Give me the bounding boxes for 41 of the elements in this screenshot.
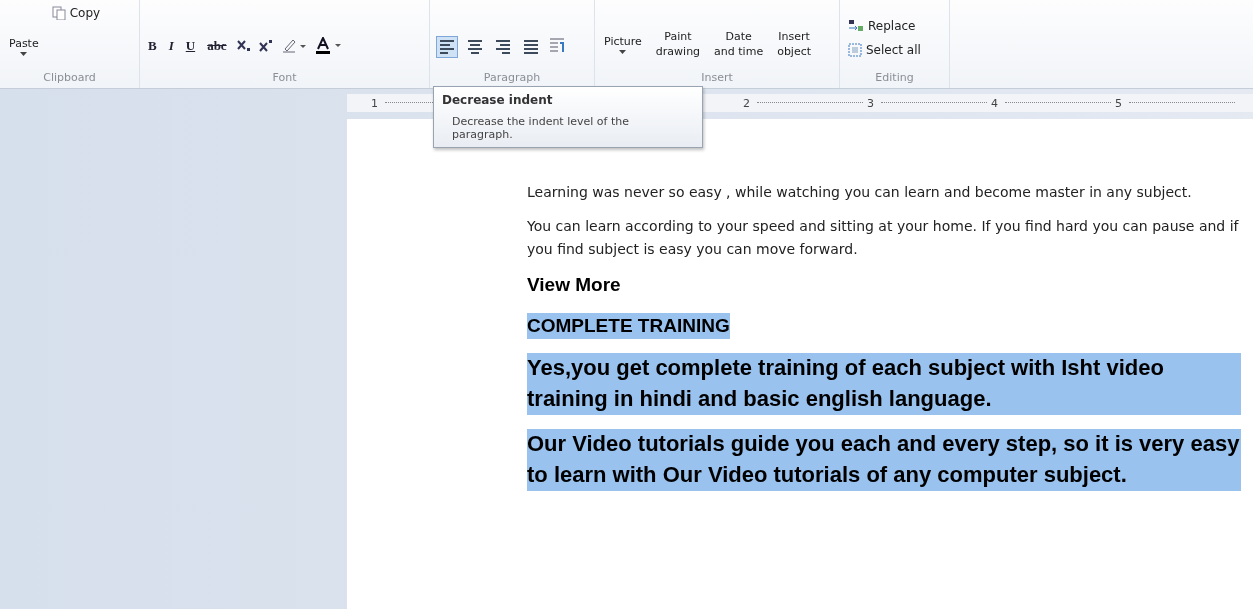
subscript-icon [236, 39, 251, 52]
paragraph-text: View More [527, 273, 621, 298]
group-label: Font [272, 71, 297, 84]
format-button[interactable]: I [166, 37, 176, 54]
paragraph-text: Our Video tutorials guide you each and every step, so it is very easy to learn with Our Video tutorials of any computer subject. [527, 428, 1241, 491]
ruler-number: 3 [867, 96, 875, 110]
format-button[interactable]: abc [205, 37, 229, 54]
paragraph-text: COMPLETE TRAINING [527, 312, 730, 340]
group-label: Insert [701, 71, 733, 84]
insert-button[interactable]: Picture [601, 35, 645, 54]
replace-button[interactable]: Replace [846, 16, 923, 35]
format-button[interactable]: U [183, 37, 198, 54]
highlighter-icon [280, 37, 307, 54]
ruler-number: 2 [743, 96, 751, 110]
paragraph-text: Learning was never so easy , while watching you can learn and become master in any subject. [527, 183, 1192, 202]
ruler-number: 4 [991, 96, 999, 110]
caret-icon [619, 49, 627, 54]
tooltip-text: Decrease the indent level of the paragraph. [451, 115, 630, 141]
superscript-icon [258, 39, 273, 52]
font-color-icon [314, 36, 343, 55]
group-label: Clipboard [43, 71, 96, 84]
paragraph-text: Yes,you get complete training of each subject with Isht video training in hindi and basic english language. [527, 353, 1241, 415]
tooltip-title: Decrease indent [442, 93, 554, 107]
paragraph-text: You can learn according to your speed and sitting at your home. If you find hard you can pause and if you find subject is easy you can move forward. [527, 217, 1240, 259]
insert-button[interactable]: Insert object [774, 30, 815, 59]
copy-icon [51, 6, 66, 20]
select-all-icon [848, 42, 862, 57]
copy-button[interactable]: Copy [49, 4, 103, 22]
format-button[interactable]: B [146, 37, 159, 54]
align-button[interactable] [436, 35, 458, 58]
ruler-number: 1 [371, 96, 379, 110]
insert-button[interactable]: Paint drawing [652, 30, 704, 59]
select-all-button[interactable]: Select all [846, 40, 923, 59]
group-label: Paragraph [483, 71, 541, 84]
caret-icon [20, 51, 28, 56]
replace-icon [848, 18, 864, 33]
paragraph-icon [548, 35, 566, 54]
insert-button[interactable]: Date and time [711, 30, 767, 59]
paste-button[interactable]: Paste [6, 37, 42, 56]
group-label: Editing [875, 71, 914, 84]
ruler-number: 5 [1115, 96, 1123, 110]
